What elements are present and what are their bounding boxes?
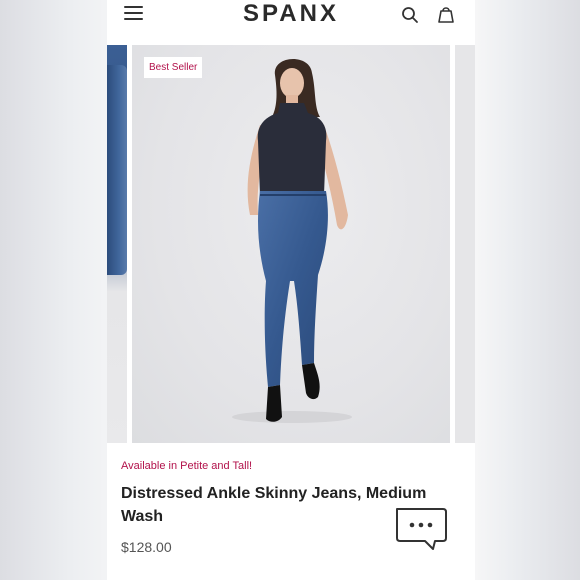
shopping-bag-icon[interactable]	[437, 4, 455, 23]
next-slide-peek[interactable]	[455, 45, 475, 443]
previous-slide-peek[interactable]	[107, 45, 127, 443]
product-image[interactable]: Best Seller	[132, 45, 450, 443]
brand-logo[interactable]: SPANX	[227, 0, 355, 28]
chat-bubble-icon[interactable]	[393, 505, 449, 551]
product-price: $128.00	[121, 539, 172, 555]
hamburger-menu-icon[interactable]	[124, 6, 144, 22]
product-page: SPANX Best Seller Available in Petite an…	[107, 0, 475, 580]
product-image-carousel[interactable]: Best Seller	[107, 45, 475, 443]
site-header: SPANX	[107, 0, 475, 36]
availability-note: Available in Petite and Tall!	[121, 460, 253, 472]
previous-slide-image	[107, 65, 127, 275]
best-seller-badge: Best Seller	[144, 57, 203, 78]
search-icon[interactable]	[401, 6, 419, 24]
model-photo	[232, 58, 352, 423]
